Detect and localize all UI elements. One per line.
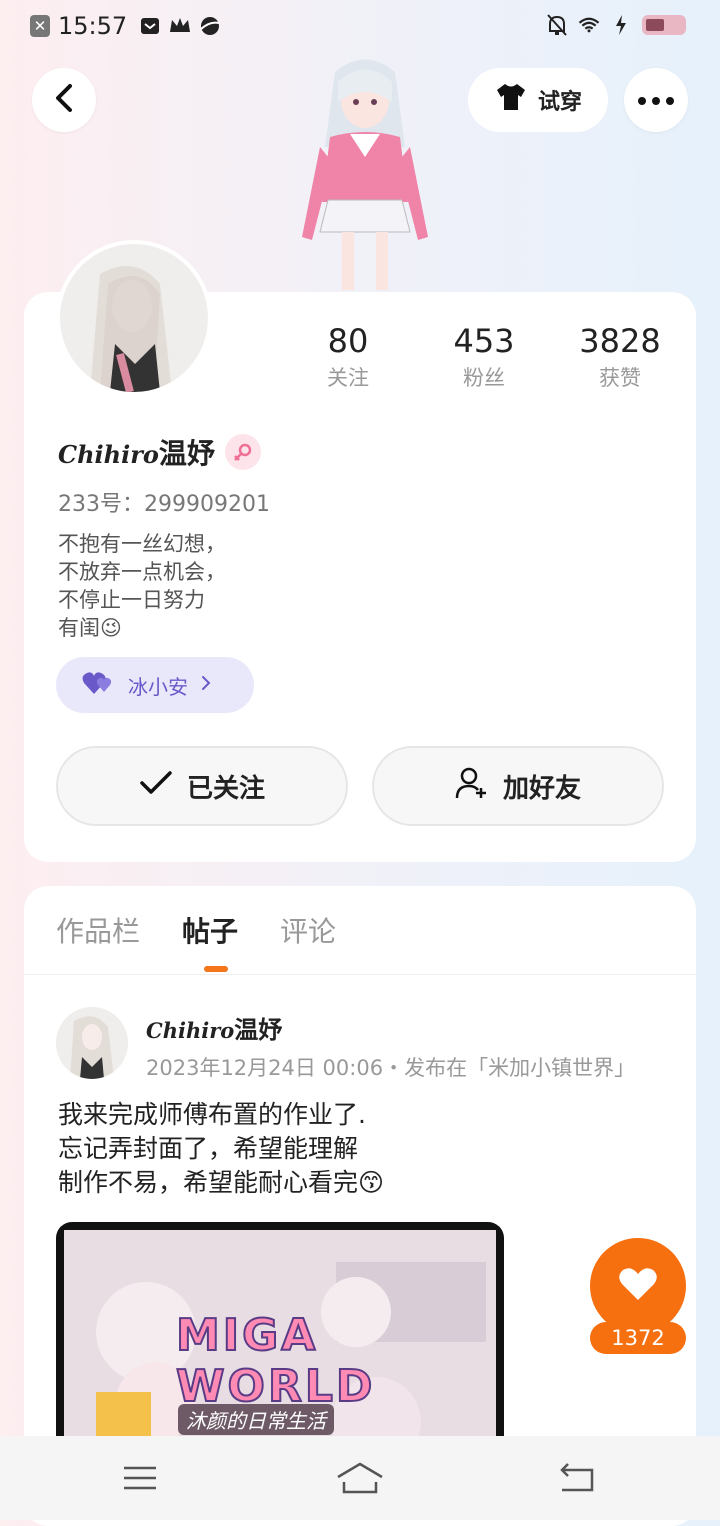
status-time: 15:57	[58, 12, 128, 40]
menu-icon[interactable]	[110, 1456, 170, 1500]
active-tab-indicator	[204, 966, 228, 972]
add-friend-button[interactable]: 加好友	[372, 746, 664, 826]
checkmark-icon	[139, 770, 173, 803]
followed-label: 已关注	[186, 773, 265, 804]
try-on-button[interactable]: 试穿	[468, 68, 608, 132]
wifi-icon	[578, 14, 600, 36]
heart-icon	[618, 1266, 658, 1306]
stat-likes-value: 3828	[579, 322, 661, 360]
avatar-3d-figure[interactable]	[280, 52, 450, 292]
stat-fans-label: 粉丝	[463, 366, 505, 390]
add-friend-label: 加好友	[502, 773, 581, 804]
post-text-line: 我来完成师傅布置的作业了.	[58, 1100, 366, 1129]
post-author-script: Chihiro	[146, 1018, 235, 1043]
chevron-left-icon	[53, 83, 75, 117]
tab-works[interactable]: 作品栏	[56, 910, 140, 950]
stat-likes-label: 获赞	[599, 366, 641, 390]
stat-following-label: 关注	[327, 366, 369, 390]
back-button[interactable]	[32, 68, 96, 132]
close-box-icon: ✕	[30, 15, 50, 37]
mail-icon	[139, 15, 161, 37]
tab-comments[interactable]: 评论	[280, 910, 336, 950]
stat-following-value: 80	[327, 322, 369, 360]
tab-posts[interactable]: 帖子	[182, 910, 238, 950]
bio-line: 不抱有一丝幻想，	[58, 532, 226, 556]
stat-fans[interactable]: 453 粉丝	[424, 322, 544, 392]
user-id: 233号：299909201	[58, 492, 270, 517]
tabs-divider	[24, 974, 696, 975]
username-cn: 温妤	[158, 437, 215, 470]
post-text-line: 忘记弄封面了，希望能理解	[58, 1134, 359, 1163]
profile-username: Chihiro温妤	[58, 432, 261, 472]
hearts-icon	[82, 670, 116, 701]
post-text-line: 制作不易，希望能耐心看完😙	[58, 1168, 385, 1197]
companion-tag[interactable]: 冰小安	[56, 657, 254, 713]
post-author-cn: 温妤	[234, 1016, 283, 1044]
crown-icon	[169, 15, 191, 37]
bell-muted-icon	[546, 14, 568, 36]
companion-tag-label: 冰小安	[128, 674, 188, 699]
post-video-thumbnail[interactable]: MIGA WORLD 沐颜的日常生活	[56, 1222, 504, 1462]
post-author-avatar[interactable]	[56, 1007, 128, 1079]
planet-icon	[199, 15, 221, 37]
status-bar: ✕ 15:57	[0, 0, 720, 56]
tshirt-icon	[494, 82, 528, 118]
profile-bio: 不抱有一丝幻想， 不放弃一点机会， 不停止一日努力 有闺😉	[58, 530, 226, 642]
post-meta: 2023年12月24日 00:06・发布在「米加小镇世界」	[146, 1056, 636, 1080]
username-script: Chihiro	[58, 440, 159, 469]
female-icon	[224, 434, 261, 470]
bio-line: 有闺😉	[58, 616, 122, 640]
video-subtitle-overlay: 沐颜的日常生活	[178, 1404, 334, 1435]
more-button[interactable]	[624, 68, 688, 132]
add-user-icon	[455, 766, 489, 807]
like-button[interactable]	[590, 1238, 686, 1334]
profile-tabs: 作品栏 帖子 评论	[56, 910, 336, 950]
more-dots-icon	[637, 91, 675, 110]
like-count: 1372	[590, 1322, 686, 1354]
battery-icon	[642, 15, 686, 35]
post-body[interactable]: 我来完成师傅布置的作业了. 忘记弄封面了，希望能理解 制作不易，希望能耐心看完😙	[58, 1098, 384, 1200]
followed-button[interactable]: 已关注	[56, 746, 348, 826]
profile-avatar[interactable]	[56, 240, 212, 396]
try-on-label: 试穿	[537, 90, 582, 115]
home-icon[interactable]	[330, 1456, 390, 1500]
charging-icon	[610, 14, 632, 36]
stat-likes[interactable]: 3828 获赞	[560, 322, 680, 392]
bio-line: 不停止一日努力	[58, 588, 205, 612]
bio-line: 不放弃一点机会，	[58, 560, 226, 584]
post-author-name[interactable]: Chihiro温妤	[146, 1010, 282, 1045]
stat-fans-value: 453	[453, 322, 515, 360]
system-nav-bar	[0, 1436, 720, 1520]
chevron-right-icon	[200, 673, 212, 697]
back-icon[interactable]	[548, 1456, 608, 1500]
video-title-overlay: MIGA WORLD	[175, 1309, 376, 1413]
stat-following[interactable]: 80 关注	[288, 322, 408, 392]
